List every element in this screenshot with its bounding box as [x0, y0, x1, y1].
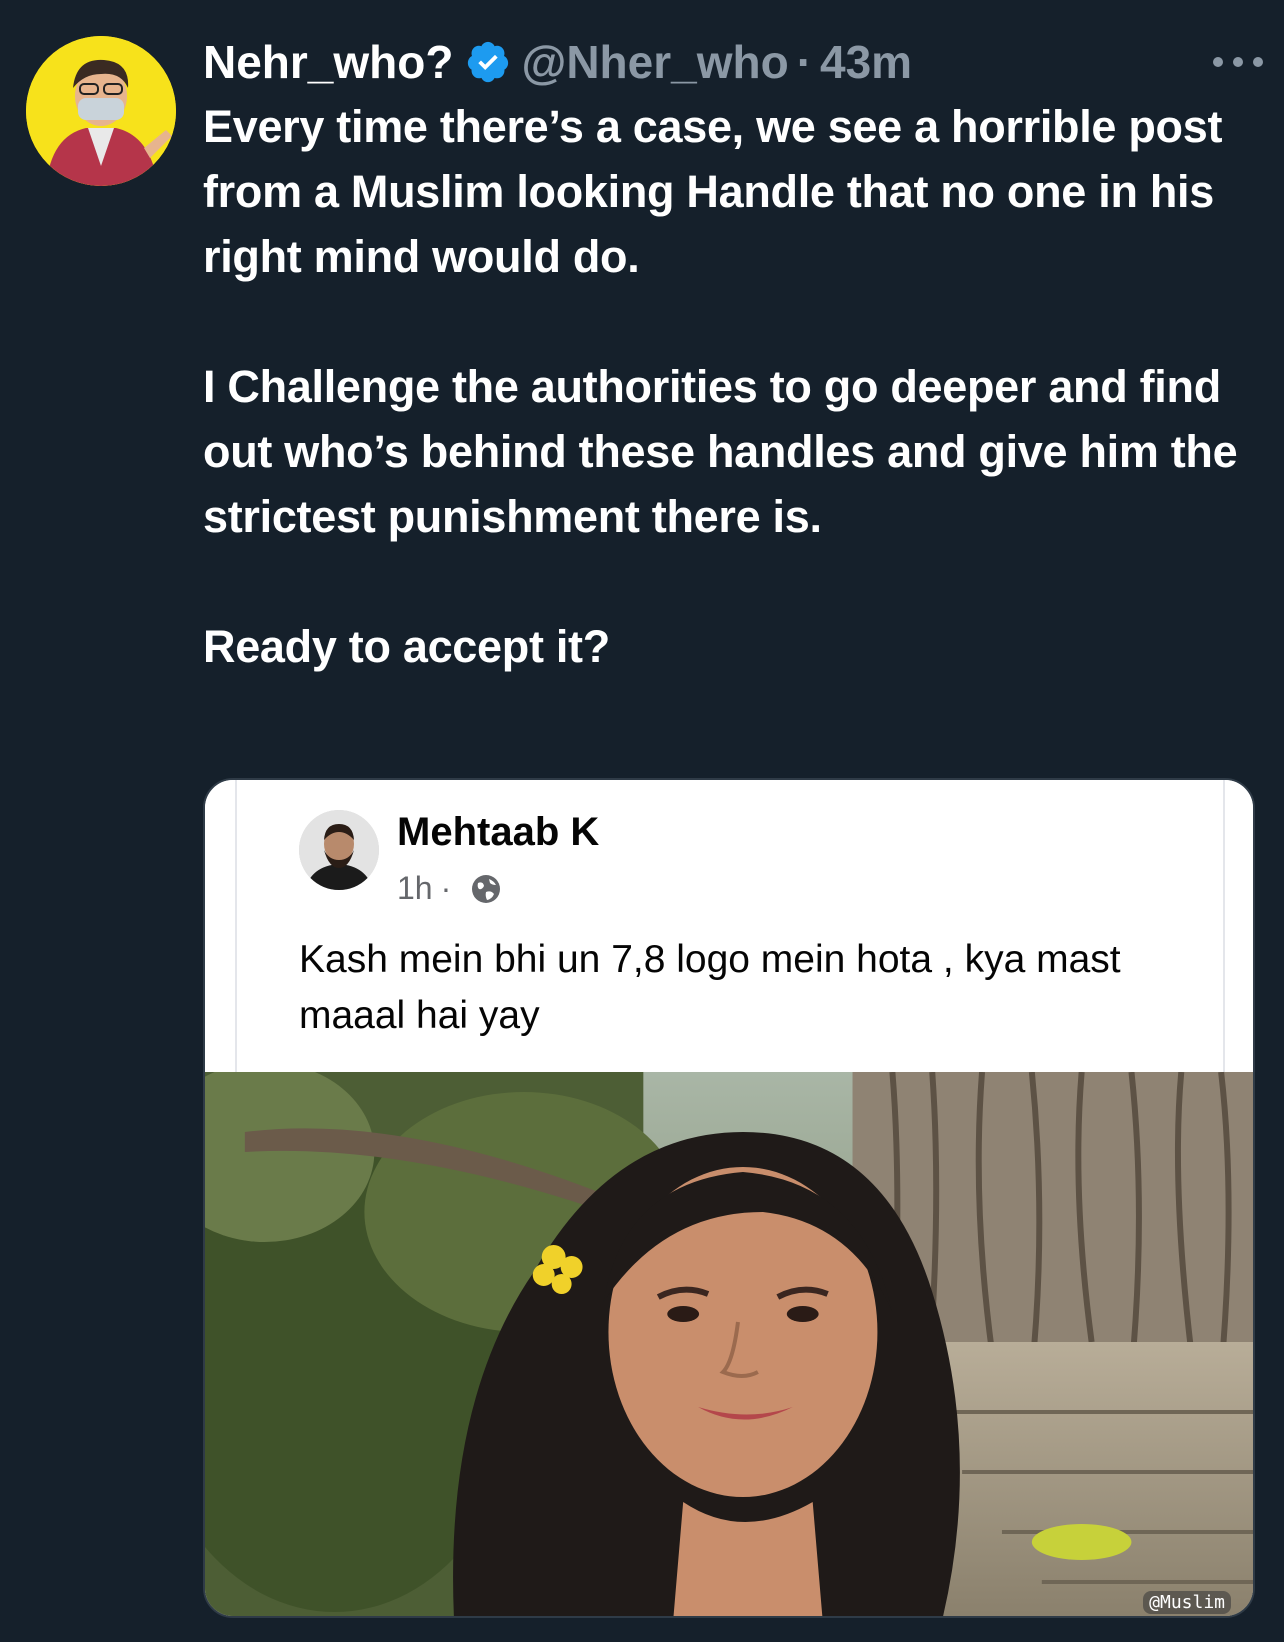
embedded-post-meta: 1h · — [397, 870, 503, 907]
tweet-text: Every time there’s a case, we see a horr… — [203, 94, 1263, 679]
verified-badge-icon — [465, 39, 511, 85]
globe-icon — [469, 872, 503, 906]
tweet-timestamp[interactable]: 43m — [820, 35, 912, 89]
tweet-paragraph-3: Ready to accept it? — [203, 621, 610, 672]
photo-watermark: @Muslim — [1143, 1591, 1231, 1614]
tweet-content: Nehr_who? @Nher_who · 43m Every time the… — [203, 30, 1263, 679]
author-display-name[interactable]: Nehr_who? — [203, 35, 453, 89]
tweet-paragraph-1: Every time there’s a case, we see a horr… — [203, 101, 1223, 282]
header-separator: · — [796, 36, 813, 88]
tweet-paragraph-2: I Challenge the authorities to go deeper… — [203, 361, 1238, 542]
more-options-icon[interactable] — [1213, 52, 1263, 72]
embedded-author-avatar — [299, 810, 379, 890]
tweet-header: Nehr_who? @Nher_who · 43m — [203, 30, 1263, 94]
author-avatar[interactable] — [26, 36, 176, 186]
embedded-meta-separator: · — [440, 870, 452, 906]
tweet: Nehr_who? @Nher_who · 43m Every time the… — [0, 0, 1284, 1642]
embedded-facebook-post: Mehtaab K 1h · Kash mein bhi un 7,8 logo… — [205, 780, 1253, 1072]
embedded-image-card[interactable]: Mehtaab K 1h · Kash mein bhi un 7,8 logo… — [203, 778, 1255, 1618]
embedded-post-text: Kash mein bhi un 7,8 logo mein hota , ky… — [299, 938, 1121, 1037]
author-handle[interactable]: @Nher_who — [521, 35, 788, 89]
embedded-post-time: 1h — [397, 870, 433, 906]
embedded-photo: @Muslim — [205, 1072, 1253, 1616]
embedded-author-name: Mehtaab K — [397, 810, 600, 854]
author-avatar-image — [26, 36, 176, 186]
